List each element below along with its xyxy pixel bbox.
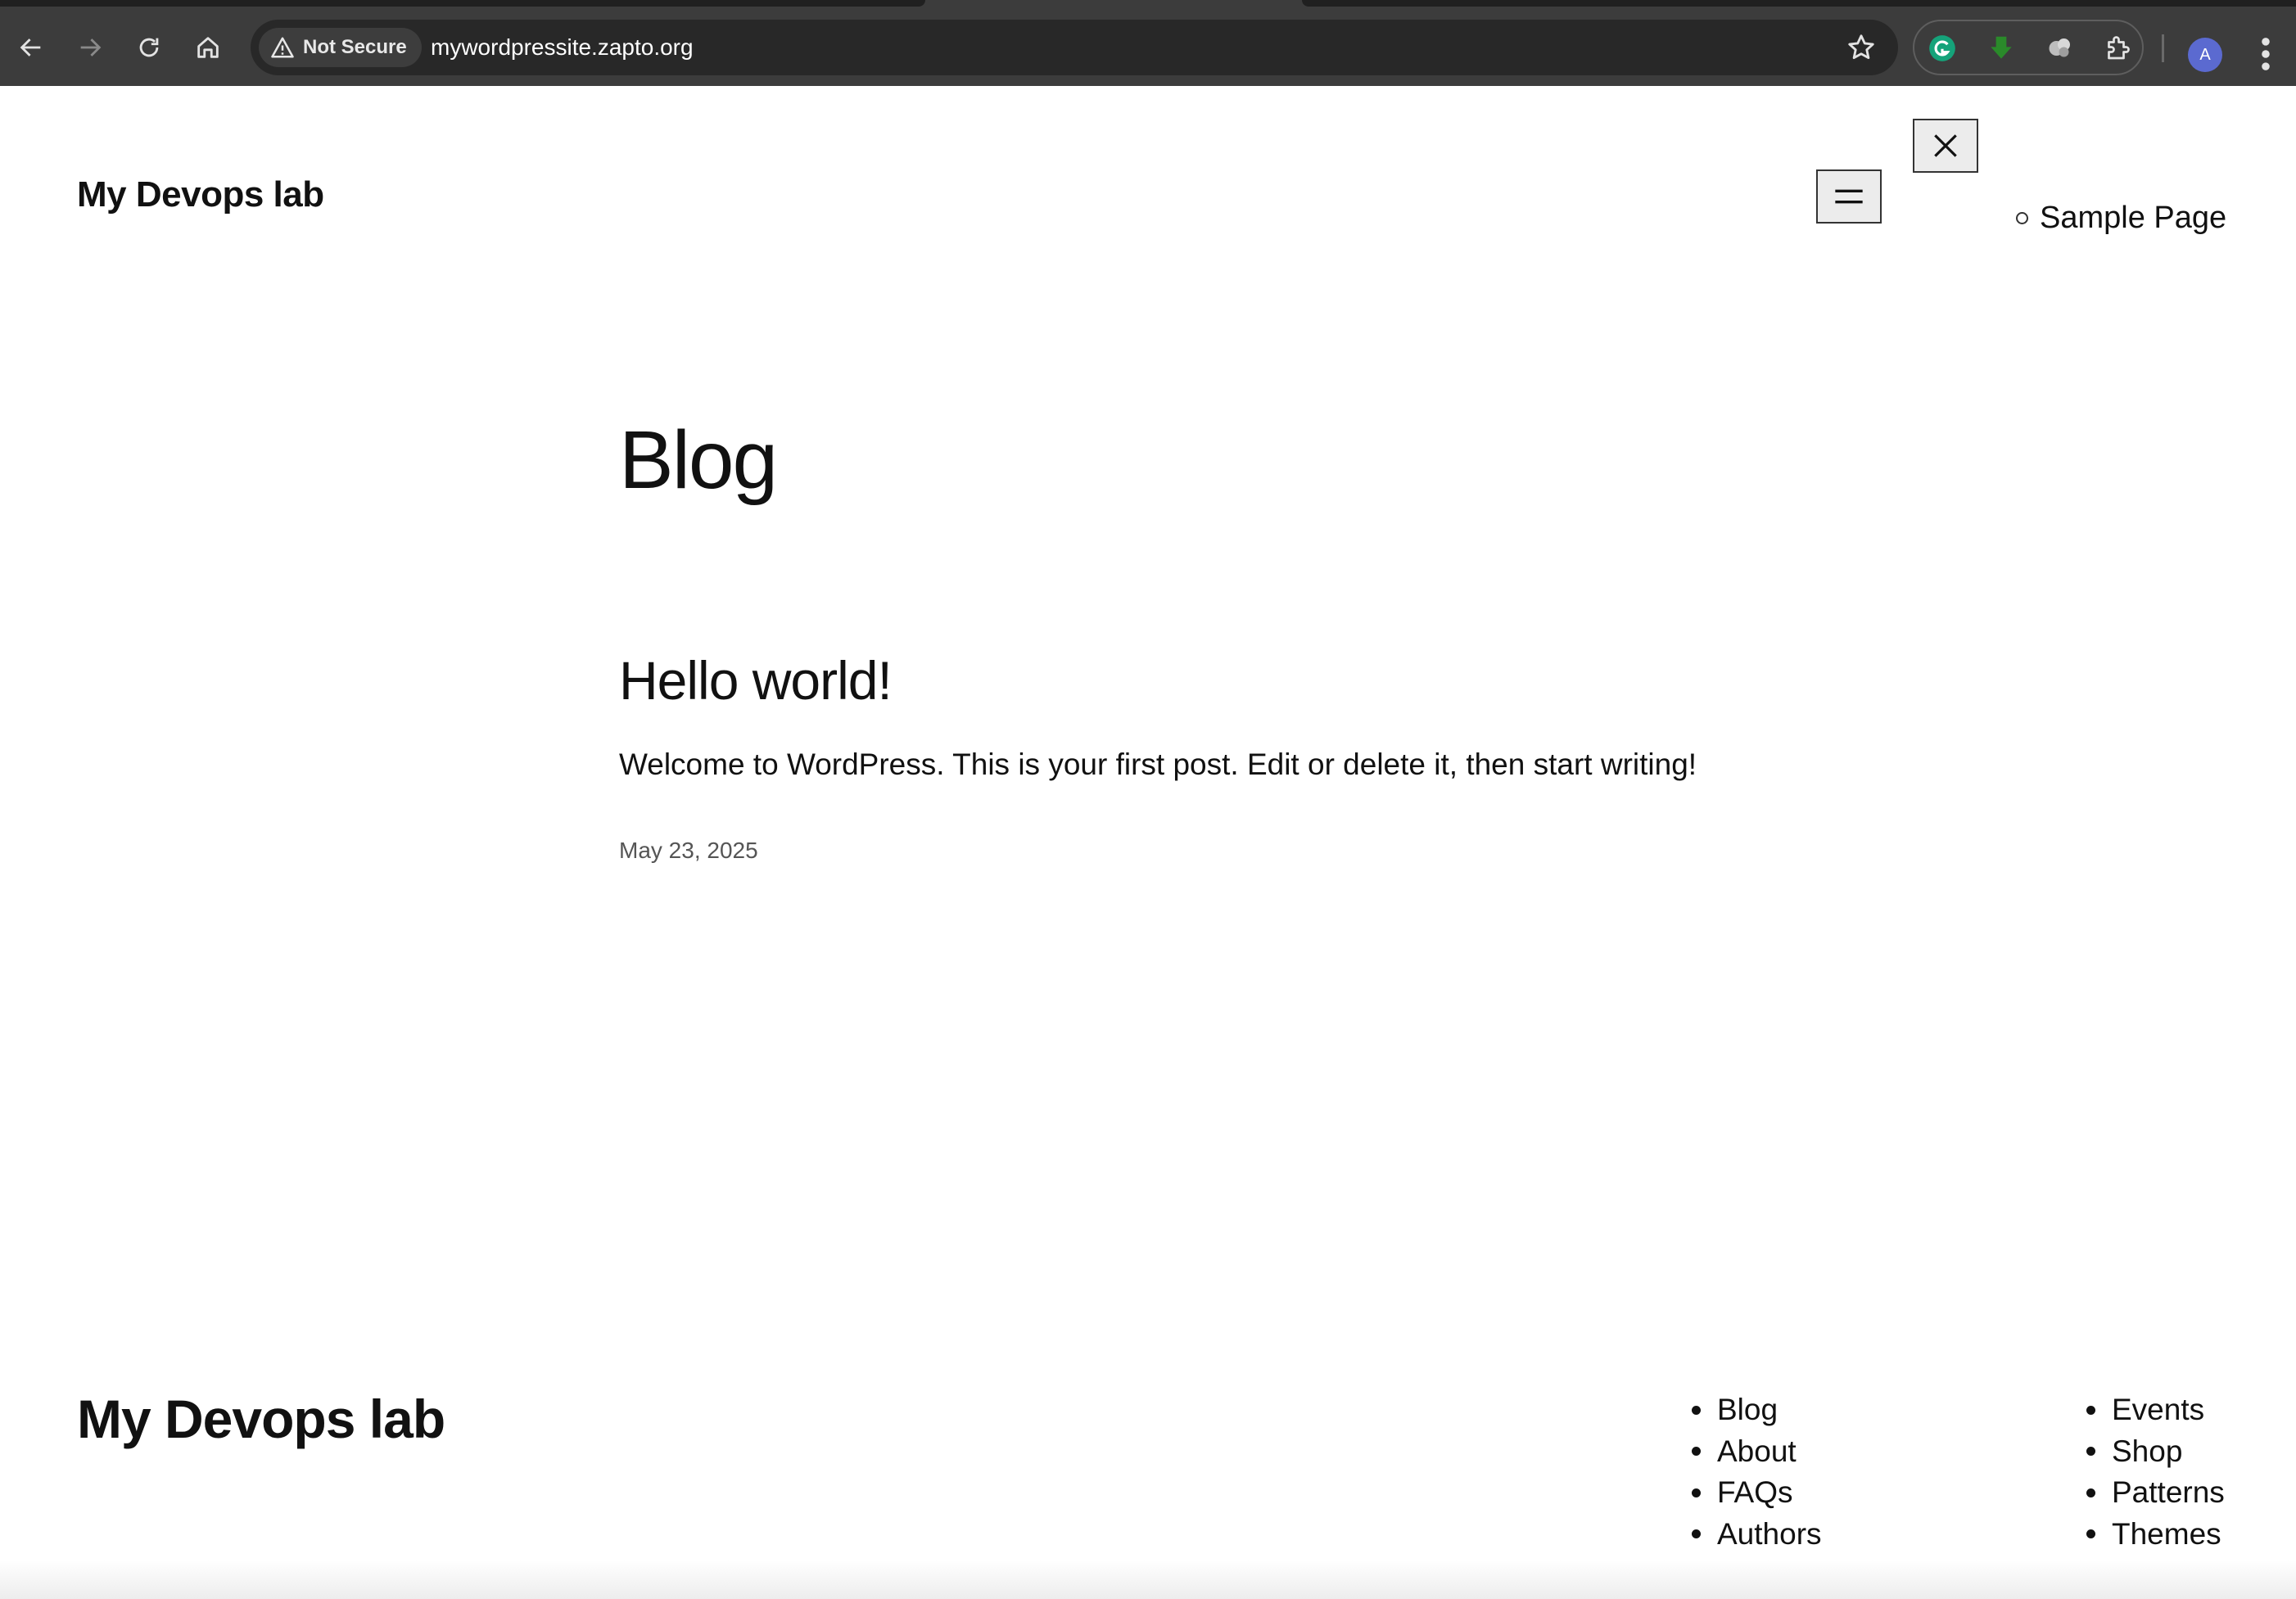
list-bullet	[2086, 1488, 2095, 1497]
forward-button[interactable]	[67, 25, 113, 70]
post-date[interactable]: May 23, 2025	[619, 838, 758, 864]
puzzle-icon	[2108, 36, 2130, 60]
list-bullet	[1692, 1447, 1701, 1457]
post-excerpt: Welcome to WordPress. This is your first…	[619, 748, 1697, 781]
footer-nav-col-1: Blog About FAQs Authors	[1692, 1389, 1822, 1555]
extensions-button[interactable]	[2101, 32, 2134, 65]
extensions-group	[1913, 20, 2144, 75]
footer-nav-item: About	[1692, 1431, 1822, 1473]
list-bullet	[1692, 1488, 1701, 1497]
header-nav: Sample Page	[2016, 201, 2226, 236]
site-title[interactable]: My Devops lab	[77, 174, 324, 215]
footer-site-title[interactable]: My Devops lab	[77, 1388, 445, 1450]
menu-open-button[interactable]	[1816, 169, 1882, 224]
footer-link-about[interactable]: About	[1717, 1434, 1797, 1469]
tab-inactive-right[interactable]	[1302, 0, 2296, 7]
post-title[interactable]: Hello world!	[619, 649, 893, 711]
footer-link-events[interactable]: Events	[2112, 1393, 2204, 1427]
list-bullet	[1692, 1405, 1701, 1415]
grammarly-extension[interactable]	[1926, 32, 1959, 65]
footer-nav-item: Shop	[2086, 1431, 2225, 1473]
footer-link-shop[interactable]: Shop	[2112, 1434, 2182, 1469]
back-button[interactable]	[8, 25, 54, 70]
footer-link-patterns[interactable]: Patterns	[2112, 1475, 2225, 1510]
browser-toolbar: Not Secure mywordpressite.zapto.org A	[0, 8, 2296, 86]
list-bullet	[1692, 1529, 1701, 1539]
web-page: My Devops lab Sample Page Blog Hello wor…	[0, 86, 2296, 1599]
footer-link-authors[interactable]: Authors	[1717, 1517, 1822, 1552]
reload-icon	[139, 38, 159, 57]
page-heading: Blog	[619, 414, 778, 506]
reload-button[interactable]	[126, 25, 172, 70]
tab-strip	[0, 0, 2296, 8]
star-icon[interactable]	[1846, 32, 1877, 63]
home-icon	[197, 37, 219, 58]
list-bullet	[2086, 1405, 2095, 1415]
footer-link-faqs[interactable]: FAQs	[1717, 1475, 1793, 1510]
cookie-icon	[2049, 38, 2070, 57]
download-extension[interactable]	[1985, 32, 2018, 65]
close-icon	[1934, 134, 1957, 157]
arrow-right-icon	[80, 38, 102, 56]
footer-link-blog[interactable]: Blog	[1717, 1393, 1778, 1427]
footer-nav-item: Authors	[1692, 1514, 1822, 1556]
page-bottom-edge	[0, 1560, 2296, 1599]
footer-nav-item: FAQs	[1692, 1472, 1822, 1514]
browser-chrome: Not Secure mywordpressite.zapto.org A	[0, 0, 2296, 86]
hamburger-icon	[1835, 189, 1863, 204]
arrow-left-icon	[20, 38, 41, 56]
nav-link-sample-page[interactable]: Sample Page	[2040, 201, 2226, 236]
footer-nav-col-2: Events Shop Patterns Themes	[2086, 1389, 2225, 1555]
url-text[interactable]: mywordpressite.zapto.org	[431, 20, 694, 75]
more-menu-icon[interactable]	[2253, 33, 2278, 75]
footer-link-themes[interactable]: Themes	[2112, 1517, 2221, 1552]
grammarly-icon	[1929, 35, 1955, 61]
menu-close-button[interactable]	[1913, 119, 1978, 173]
download-arrow-icon	[1991, 36, 2012, 59]
list-bullet	[2086, 1529, 2095, 1539]
footer-nav-item: Blog	[1692, 1389, 1822, 1431]
footer-nav-item: Events	[2086, 1389, 2225, 1431]
profile-avatar[interactable]: A	[2188, 38, 2222, 72]
home-button[interactable]	[185, 25, 231, 70]
tab-inactive-left[interactable]	[0, 0, 925, 7]
puzzle-extension[interactable]	[2044, 32, 2077, 65]
toolbar-divider	[2162, 34, 2164, 62]
address-bar[interactable]: Not Secure mywordpressite.zapto.org	[251, 20, 1898, 75]
security-chip[interactable]: Not Secure	[259, 28, 422, 67]
security-label: Not Secure	[303, 36, 407, 58]
nav-bullet	[2016, 212, 2028, 224]
warning-triangle-icon	[271, 37, 294, 58]
list-bullet	[2086, 1447, 2095, 1457]
footer-nav-item: Themes	[2086, 1514, 2225, 1556]
footer-nav-item: Patterns	[2086, 1472, 2225, 1514]
